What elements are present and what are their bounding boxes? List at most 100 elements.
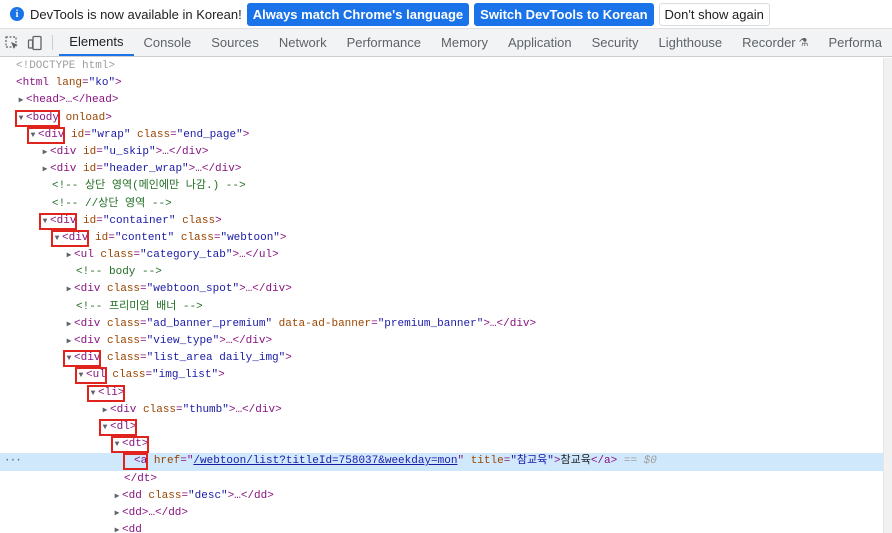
attr-value: "webtoon_spot" [146,283,240,296]
expand-triangle-icon[interactable]: ▶ [112,488,122,505]
tag-close: >…</ul> [232,249,279,262]
tab-memory[interactable]: Memory [431,29,498,56]
expand-triangle-icon[interactable]: ▶ [64,247,74,264]
href-link[interactable]: /webtoon/list?titleId=758037&weekday=mon [193,455,457,467]
tree-row-dt-close[interactable]: </dt> [0,471,884,488]
tab-sources[interactable]: Sources [201,29,269,56]
tree-row-dt[interactable]: ▼ <dt> [0,436,884,454]
attr-value: "참교육" [510,455,554,468]
collapse-triangle-icon[interactable]: ▼ [112,438,122,452]
comment-node: <!-- 상단 영역(메인에만 나감.) --> [52,180,246,193]
tag-close: >…</div> [483,317,537,330]
tree-row-div-container[interactable]: ▼ <div id="container" class> [0,212,884,230]
attr-value: "container" [102,214,176,227]
tab-recorder[interactable]: Recorder ⚗ [732,29,818,56]
comment-node: <!-- //상단 영역 --> [52,197,172,210]
tree-row-div-ad-banner[interactable]: ▶ <div class="ad_banner_premium" data-ad-… [0,316,884,333]
tab-security[interactable]: Security [582,29,649,56]
tree-row-div-thumb[interactable]: ▶ <div class="thumb">…</div> [0,402,884,419]
tab-elements[interactable]: Elements [59,29,134,56]
vertical-scrollbar[interactable] [883,58,892,533]
attr-value: "premium_banner" [377,317,484,330]
expand-triangle-icon[interactable]: ▶ [16,92,26,109]
collapse-triangle-icon[interactable]: ▼ [16,112,26,126]
infobar-message: DevTools is now available in Korean! [30,6,242,22]
tree-row-comment[interactable]: <!-- 프리미엄 배너 --> [0,299,884,316]
attr-value: "content" [114,231,175,244]
tree-row-ul-category-tab[interactable]: ▶ <ul class="category_tab">…</ul> [0,247,884,264]
highlight-box: ▼ <dt> [110,436,150,454]
collapse-triangle-icon[interactable]: ▼ [100,421,110,435]
a-tag: <a [134,455,148,468]
tree-row-comment[interactable]: <!-- //상단 영역 --> [0,196,884,213]
head-tag: <head>…</head> [26,94,119,107]
always-match-language-button[interactable]: Always match Chrome's language [246,2,470,26]
inspect-element-icon[interactable] [0,29,23,56]
body-tag: <body [26,111,60,124]
tree-row-dd[interactable]: ▶ <dd>…</dd> [0,505,884,522]
tree-row-div-webtoon-spot[interactable]: ▶ <div class="webtoon_spot">…</div> [0,281,884,298]
tree-row-head[interactable]: ▶ <head>…</head> [0,92,884,109]
tree-row-comment[interactable]: <!-- body --> [0,264,884,281]
expand-triangle-icon[interactable]: ▶ [112,522,122,533]
expand-triangle-icon[interactable]: ▶ [64,281,74,298]
tree-row-div-header-wrap[interactable]: ▶ <div id="header_wrap">…</div> [0,161,884,178]
attr-name: href [153,455,181,468]
device-toolbar-icon[interactable] [23,29,46,56]
tree-row-comment[interactable]: <!-- 상단 영역(메인에만 나감.) --> [0,178,884,195]
tab-application[interactable]: Application [498,29,582,56]
tab-performance[interactable]: Performance [337,29,431,56]
tab-lighthouse[interactable]: Lighthouse [649,29,733,56]
tag-close: > [115,77,122,90]
collapse-triangle-icon[interactable]: ▼ [88,387,98,401]
tag-close: >…</div> [219,335,273,347]
expand-triangle-icon[interactable]: ▶ [40,144,50,161]
dl-tag: <dl> [110,420,137,433]
toolbar-divider [52,35,54,50]
tree-row-div-view-type[interactable]: ▶ <div class="view_type">…</div> [0,333,884,350]
collapse-triangle-icon[interactable]: ▼ [52,232,62,246]
div-tag: <div [110,403,137,416]
collapse-triangle-icon[interactable]: ▼ [28,129,38,143]
tab-recorder-label: Recorder [742,35,796,50]
tree-row-a-selected[interactable]: ··· ▶<a href="/webtoon/list?titleId=7580… [0,453,884,471]
more-options-icon[interactable]: ··· [4,453,22,470]
tab-console[interactable]: Console [134,29,202,56]
highlight-box: ▶<a [122,453,149,471]
tree-row-html[interactable]: <html lang="ko"> [0,75,884,92]
collapse-triangle-icon[interactable]: ▼ [40,215,50,229]
tree-row-body[interactable]: ▼ <body onload> [0,109,884,127]
expand-triangle-icon[interactable]: ▶ [64,333,74,350]
tree-row-div-u-skip[interactable]: ▶ <div id="u_skip">…</div> [0,144,884,161]
attr-value: "ko" [88,77,116,90]
tab-network[interactable]: Network [269,29,337,56]
tree-row-dd-partial[interactable]: ▶ <dd [0,522,884,533]
expand-triangle-icon[interactable]: ▶ [40,161,50,178]
comment-node: <!-- body --> [76,266,162,279]
tree-row-ul-img-list[interactable]: ▼ <ul class="img_list"> [0,367,884,385]
attr-value: "desc" [188,489,228,502]
tag-close: > [105,111,112,124]
attr-name: class [182,214,216,227]
tree-row-div-content[interactable]: ▼ <div id="content" class="webtoon"> [0,229,884,247]
tab-performance-insights[interactable]: Performa [819,29,892,56]
dont-show-again-button[interactable]: Don't show again [658,2,770,26]
attr-name: title [470,455,504,468]
attr-value: "img_list" [152,369,219,382]
expand-triangle-icon[interactable]: ▶ [64,316,74,333]
tree-row-div-list-area[interactable]: ▼ <div class="list_area daily_img"> [0,350,884,368]
collapse-triangle-icon[interactable]: ▼ [64,352,74,366]
tree-row-li[interactable]: ▼ <li> [0,384,884,402]
tree-row-doctype[interactable]: <!DOCTYPE html> [0,58,884,75]
div-tag: <div [74,352,101,365]
collapse-triangle-icon[interactable]: ▼ [76,369,86,383]
expand-triangle-icon[interactable]: ▶ [112,505,122,522]
switch-to-korean-button[interactable]: Switch DevTools to Korean [474,2,654,26]
tree-row-div-wrap[interactable]: ▼ <div id="wrap" class="end_page"> [0,126,884,144]
tree-row-dl[interactable]: ▼ <dl> [0,418,884,436]
expand-triangle-icon[interactable]: ▶ [100,402,110,419]
a-close-tag: </a> [590,455,618,468]
highlight-box: ▼ <div [38,212,78,230]
div-tag: <div [38,128,65,141]
tree-row-dd-desc[interactable]: ▶ <dd class="desc">…</dd> [0,488,884,505]
